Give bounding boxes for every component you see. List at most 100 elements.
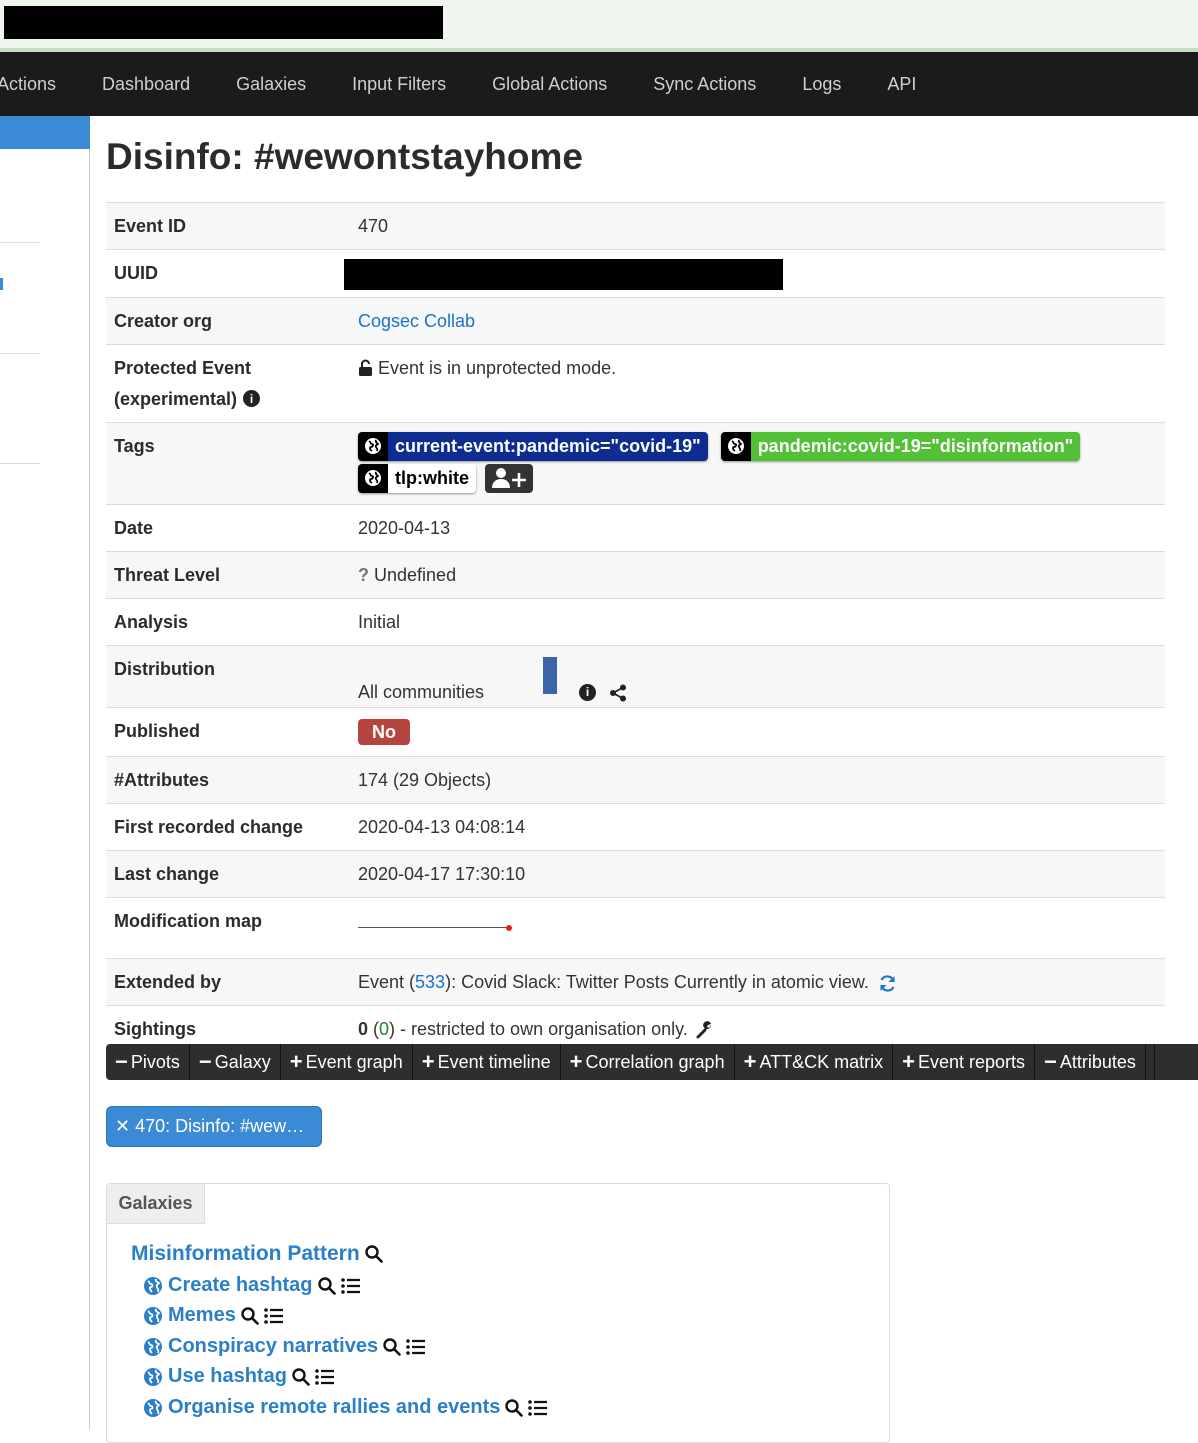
user-plus-icon [491, 467, 527, 489]
date-label: Date [106, 503, 351, 552]
minus-icon: − [1044, 1049, 1057, 1074]
row-published: Published No [106, 706, 1165, 757]
toggle-event-reports-button[interactable]: + Event reports [893, 1044, 1036, 1080]
row-tags: Tags current-event:pandemic="covid-19" p… [106, 421, 1165, 505]
tag-label: pandemic:covid-19="disinformation" [750, 431, 1081, 461]
globe-icon [358, 431, 388, 461]
nav-api[interactable]: API [864, 74, 939, 95]
globe-icon [143, 1337, 163, 1357]
row-first-change: First recorded change 2020-04-13 04:08:1… [106, 802, 1165, 851]
protected-label: Protected Event [114, 357, 252, 378]
toggle-event-timeline-button[interactable]: + Event timeline [413, 1044, 561, 1080]
search-icon[interactable] [317, 1276, 336, 1295]
redacted-uuid [344, 258, 783, 290]
search-icon[interactable] [364, 1245, 383, 1263]
row-creator-org: Creator org Cogsec Collab [106, 296, 1165, 345]
last-change-value: 2020-04-17 17:30:10 [351, 849, 1165, 898]
sightings-count: 0 [358, 1018, 369, 1039]
published-badge: No [358, 718, 410, 745]
more-toolbar-button[interactable] [1146, 1044, 1155, 1080]
first-change-value: 2020-04-13 04:08:14 [351, 802, 1165, 851]
galaxies-panel: Galaxies Misinformation Pattern Create h… [106, 1183, 890, 1443]
button-label: Galaxy [214, 1051, 271, 1072]
cluster-label[interactable]: Memes [168, 1304, 236, 1327]
modification-map-label: Modification map [106, 896, 351, 959]
distribution-label: Distribution [106, 644, 351, 708]
search-icon[interactable] [505, 1398, 524, 1417]
row-date: Date 2020-04-13 [106, 503, 1165, 552]
list-icon[interactable] [406, 1338, 426, 1356]
galaxy-title-text[interactable]: Misinformation Pattern [131, 1242, 360, 1266]
event-metadata-table: Event ID 470 UUID Creator org Cogsec Col… [106, 202, 1165, 1052]
galaxy-cluster[interactable]: Conspiracy narratives [143, 1335, 426, 1358]
toggle-attack-matrix-button[interactable]: + ATT&CK matrix [735, 1044, 894, 1080]
question-icon: ? [358, 564, 369, 585]
info-icon[interactable]: i [243, 390, 261, 408]
pivot-pill-label: ✕ 470: Disinfo: #wew… [115, 1116, 305, 1136]
share-icon[interactable] [609, 684, 627, 702]
list-icon[interactable] [315, 1368, 335, 1386]
cluster-label[interactable]: Create hashtag [168, 1274, 313, 1297]
toggle-attributes-button[interactable]: − Attributes [1035, 1044, 1146, 1080]
globe-icon [143, 1398, 163, 1418]
last-change-label: Last change [106, 849, 351, 898]
toggle-pivots-button[interactable]: − Pivots [106, 1044, 190, 1080]
minus-icon: − [198, 1049, 212, 1074]
tag-pandemic-disinformation[interactable]: pandemic:covid-19="disinformation" [720, 431, 1081, 461]
toggle-galaxy-button[interactable]: − Galaxy [190, 1044, 281, 1080]
galaxies-tab[interactable]: Galaxies [107, 1184, 205, 1224]
galaxy-cluster[interactable]: Use hashtag [143, 1365, 335, 1388]
nav-galaxies[interactable]: Galaxies [213, 74, 329, 95]
globe-icon [143, 1306, 163, 1326]
add-tag-button[interactable] [485, 463, 534, 493]
list-icon[interactable] [528, 1399, 548, 1417]
toggle-event-graph-button[interactable]: + Event graph [281, 1044, 413, 1080]
nav-global-actions[interactable]: Global Actions [469, 74, 630, 95]
tags-label: Tags [106, 421, 351, 505]
extended-prefix: Event ( [358, 971, 416, 992]
globe-icon [143, 1367, 163, 1387]
info-icon[interactable]: i [579, 683, 597, 701]
list-icon[interactable] [340, 1277, 361, 1295]
nav-sync-actions[interactable]: Sync Actions [630, 74, 779, 95]
toggle-correlation-graph-button[interactable]: + Correlation graph [561, 1044, 735, 1080]
pivot-pill[interactable]: ✕ 470: Disinfo: #wew… [106, 1106, 322, 1147]
wrench-icon[interactable] [696, 1021, 714, 1039]
extended-suffix: ): Covid Slack: Twitter Posts Currently … [445, 971, 869, 992]
creator-org-link[interactable]: Cogsec Collab [358, 311, 475, 331]
main-navbar: Actions Dashboard Galaxies Input Filters… [0, 52, 1198, 116]
galaxy-title[interactable]: Misinformation Pattern [131, 1242, 383, 1266]
threat-level-label: Threat Level [106, 550, 351, 599]
list-icon[interactable] [264, 1307, 284, 1325]
row-uuid: UUID [106, 249, 1165, 298]
plus-icon: + [421, 1049, 435, 1074]
cluster-label[interactable]: Use hashtag [168, 1365, 287, 1388]
globe-icon [720, 431, 751, 461]
cluster-label[interactable]: Conspiracy narratives [168, 1335, 378, 1358]
refresh-icon[interactable] [878, 974, 897, 993]
search-icon[interactable] [292, 1367, 310, 1386]
search-icon[interactable] [383, 1337, 401, 1356]
protected-label-sub: (experimental) [114, 388, 238, 409]
first-change-label: First recorded change [106, 802, 351, 851]
button-label: Pivots [130, 1051, 180, 1072]
nav-logs[interactable]: Logs [779, 74, 864, 95]
row-attributes: #Attributes 174 (29 Objects) [106, 755, 1165, 804]
extended-event-link[interactable]: 533 [415, 972, 445, 992]
galaxy-cluster[interactable]: Memes [143, 1304, 284, 1327]
cluster-label[interactable]: Organise remote rallies and events [168, 1396, 500, 1419]
sidebar-active-item[interactable] [0, 116, 90, 149]
page-title: Disinfo: #wewontstayhome [106, 136, 583, 177]
tag-tlp-white[interactable]: tlp:white [358, 463, 476, 493]
search-icon[interactable] [241, 1306, 259, 1325]
sidebar-divider [0, 242, 40, 243]
galaxy-cluster[interactable]: Create hashtag [143, 1274, 361, 1297]
globe-icon [358, 463, 388, 493]
galaxy-cluster[interactable]: Organise remote rallies and events [143, 1396, 548, 1419]
nav-event-actions[interactable]: Actions [0, 74, 79, 95]
modification-map-dot [506, 924, 512, 931]
tag-current-event[interactable]: current-event:pandemic="covid-19" [358, 431, 708, 461]
nav-input-filters[interactable]: Input Filters [329, 74, 469, 95]
nav-dashboard[interactable]: Dashboard [79, 74, 213, 95]
sidebar-link[interactable] [0, 278, 3, 290]
